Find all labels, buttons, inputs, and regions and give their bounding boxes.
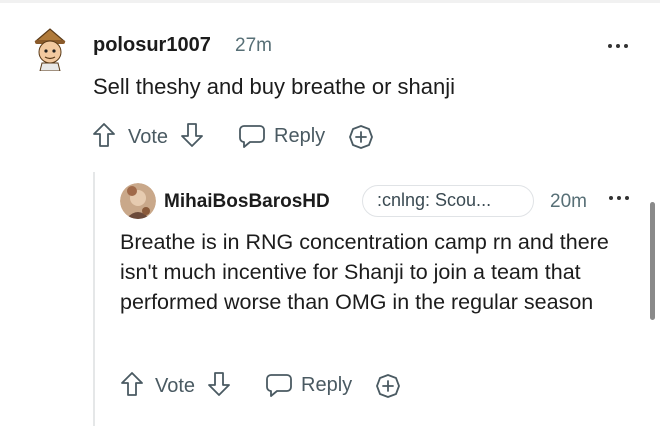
comment-timestamp: 20m	[550, 191, 587, 212]
more-horizontal-icon	[608, 44, 612, 48]
arrow-down-icon	[208, 372, 230, 396]
downvote-button[interactable]	[207, 371, 231, 397]
arrow-up-icon	[93, 123, 115, 147]
comment-timestamp: 27m	[235, 35, 272, 56]
vote-count: Vote	[128, 126, 169, 148]
more-options-button[interactable]	[609, 192, 633, 204]
reply-label: Reply	[274, 124, 326, 147]
comment-text: Sell theshy and buy breathe or shanji	[93, 74, 456, 99]
avatar[interactable]	[30, 27, 70, 71]
speech-bubble-icon	[239, 125, 265, 148]
award-button[interactable]	[375, 373, 401, 399]
user-flair: :cnlng: Scou...	[362, 185, 534, 217]
speech-bubble-icon	[266, 374, 292, 397]
arrow-down-icon	[181, 123, 203, 147]
vote-count: Vote	[155, 375, 196, 397]
avatar[interactable]	[120, 183, 156, 219]
plus-circle-icon	[376, 374, 400, 398]
reply-label: Reply	[301, 373, 353, 396]
award-button[interactable]	[348, 124, 374, 150]
comment-username[interactable]: polosur1007	[93, 34, 211, 57]
upvote-button[interactable]	[120, 371, 144, 397]
comment-thread: polosur1007 27m Sell theshy and buy brea…	[0, 0, 660, 426]
scrollbar[interactable]	[650, 202, 655, 320]
reply-button[interactable]: Reply	[238, 123, 325, 149]
more-options-button[interactable]	[608, 40, 632, 52]
more-horizontal-icon	[609, 196, 613, 200]
downvote-button[interactable]	[180, 122, 204, 148]
plus-circle-icon	[349, 125, 373, 149]
reply-button[interactable]: Reply	[265, 372, 352, 398]
top-divider	[0, 0, 660, 3]
thread-line[interactable]	[93, 172, 95, 426]
arrow-up-icon	[121, 372, 143, 396]
comment-text: Breathe is in RNG concentration camp rn …	[120, 230, 609, 314]
comment-username[interactable]: MihaiBosBarosHD	[164, 191, 330, 213]
upvote-button[interactable]	[92, 122, 116, 148]
